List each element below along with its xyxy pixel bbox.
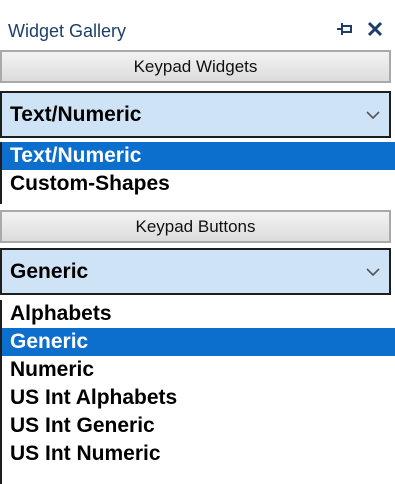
panel-titlebar: Widget Gallery: [0, 0, 395, 50]
keypad-widgets-combo-value: Text/Numeric: [10, 102, 142, 126]
list-item[interactable]: Text/Numeric: [2, 142, 395, 170]
close-icon[interactable]: [365, 18, 385, 40]
pin-icon[interactable]: [335, 18, 355, 40]
titlebar-buttons: [335, 17, 385, 41]
list-item[interactable]: Numeric: [2, 356, 395, 384]
list-item[interactable]: Generic: [2, 328, 395, 356]
keypad-widgets-list: Text/Numeric Custom-Shapes: [0, 142, 395, 204]
keypad-buttons-combo[interactable]: Generic: [0, 248, 391, 295]
list-item[interactable]: US Int Generic: [2, 412, 395, 440]
chevron-down-icon: [366, 111, 380, 120]
list-item[interactable]: US Int Numeric: [2, 440, 395, 468]
widget-gallery-panel: Widget Gallery Keypad Widgets Text/Numer…: [0, 0, 395, 484]
list-item[interactable]: US Int Alphabets: [2, 384, 395, 412]
keypad-widgets-header[interactable]: Keypad Widgets: [0, 50, 391, 83]
chevron-down-icon: [366, 268, 380, 277]
list-item[interactable]: Alphabets: [2, 300, 395, 328]
keypad-buttons-list: Alphabets Generic Numeric US Int Alphabe…: [0, 300, 395, 484]
keypad-widgets-combo[interactable]: Text/Numeric: [0, 91, 391, 138]
list-item[interactable]: Custom-Shapes: [2, 170, 395, 198]
panel-title: Widget Gallery: [8, 21, 127, 41]
keypad-buttons-combo-value: Generic: [10, 259, 89, 283]
keypad-buttons-header[interactable]: Keypad Buttons: [0, 210, 391, 243]
